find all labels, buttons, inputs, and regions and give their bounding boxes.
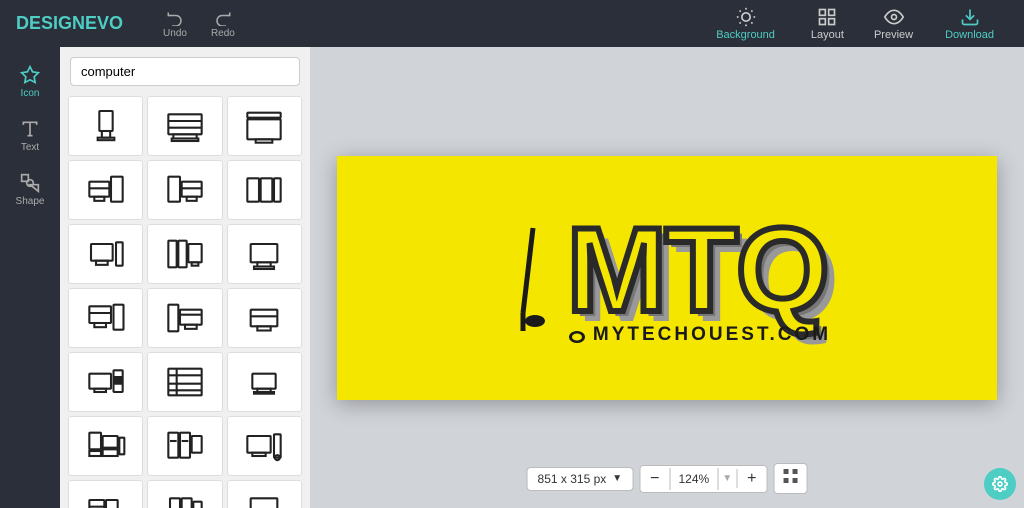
redo-label: Redo — [211, 28, 235, 39]
list-item[interactable] — [227, 416, 302, 476]
list-item[interactable] — [227, 224, 302, 284]
list-item[interactable] — [147, 96, 222, 156]
text-tool-label: Text — [21, 142, 39, 153]
shape-tool-icon — [20, 173, 40, 193]
list-item[interactable] — [227, 160, 302, 220]
monitor-svg-icon — [503, 223, 563, 333]
list-item[interactable] — [68, 352, 143, 412]
undo-label: Undo — [163, 28, 187, 39]
list-item[interactable] — [68, 160, 143, 220]
logo-big-letters: MTQ — [567, 210, 828, 330]
background-label: Background — [716, 29, 775, 41]
preview-button[interactable]: Preview — [860, 3, 927, 45]
settings-icon — [992, 476, 1008, 492]
sidebar-item-shape[interactable]: Shape — [5, 165, 55, 215]
grid-icon — [782, 468, 798, 484]
list-item[interactable] — [147, 480, 222, 508]
icon-tool-label: Icon — [21, 88, 40, 99]
layout-button[interactable]: Layout — [795, 3, 860, 45]
toolbar: DESIGNEVO Undo Redo — [0, 0, 1024, 47]
list-item[interactable] — [227, 288, 302, 348]
list-item[interactable] — [227, 352, 302, 412]
preview-label: Preview — [874, 29, 913, 41]
background-button[interactable]: Background — [700, 3, 791, 45]
main-area: Icon Text Shape — [0, 47, 1024, 508]
list-item[interactable] — [68, 288, 143, 348]
mouse-icon — [567, 327, 587, 343]
zoom-out-button[interactable]: − — [640, 466, 669, 492]
zoom-arrow-icon: ▼ — [718, 469, 737, 488]
background-icon — [736, 7, 756, 27]
list-item[interactable] — [68, 96, 143, 156]
undo-icon — [166, 8, 184, 26]
canvas-size: 851 x 315 px — [538, 472, 607, 486]
settings-button[interactable] — [984, 468, 1016, 500]
canvas-frame: MTQ MYTECHOUEST.COM — [337, 156, 997, 400]
list-item[interactable] — [147, 224, 222, 284]
sidebar-item-icon[interactable]: Icon — [5, 57, 55, 107]
logo-tagline: MYTECHOUEST.COM — [567, 324, 831, 346]
icon-tool-icon — [20, 65, 40, 85]
zoom-value: 124% — [670, 468, 719, 490]
layout-icon — [817, 7, 837, 27]
download-label: Download — [945, 29, 994, 41]
search-input[interactable] — [70, 57, 300, 86]
center-tools: Background Layout — [700, 3, 860, 45]
list-item[interactable] — [147, 416, 222, 476]
list-item[interactable] — [147, 160, 222, 220]
size-selector[interactable]: 851 x 315 px ▼ — [527, 467, 634, 491]
logo-evo: EVO — [85, 13, 123, 33]
zoom-controls: − 124% ▼ + — [639, 465, 767, 493]
grid-button[interactable] — [773, 463, 807, 494]
tagline-text: MYTECHOUEST.COM — [593, 324, 831, 346]
list-item[interactable] — [147, 352, 222, 412]
zoom-in-button[interactable]: + — [737, 466, 766, 492]
logo-design: DESIGN — [16, 13, 85, 33]
toolbar-right: Preview Download — [860, 3, 1008, 45]
list-item[interactable] — [227, 96, 302, 156]
status-bar: 851 x 315 px ▼ − 124% ▼ + — [527, 463, 808, 494]
canvas-area: MTQ MYTECHOUEST.COM 851 x 315 px ▼ — [310, 47, 1024, 508]
preview-icon — [884, 7, 904, 27]
list-item[interactable] — [68, 480, 143, 508]
undo-button[interactable]: Undo — [153, 4, 197, 43]
list-item[interactable] — [227, 480, 302, 508]
list-item[interactable] — [147, 288, 222, 348]
download-button[interactable]: Download — [931, 3, 1008, 45]
text-tool-icon — [20, 119, 40, 139]
list-item[interactable] — [68, 224, 143, 284]
redo-button[interactable]: Redo — [201, 4, 245, 43]
undo-redo-group: Undo Redo — [153, 4, 245, 43]
icon-panel — [60, 47, 310, 508]
chevron-down-icon: ▼ — [612, 473, 622, 484]
icon-grid — [60, 96, 310, 508]
search-bar — [60, 47, 310, 96]
redo-icon — [214, 8, 232, 26]
layout-label: Layout — [811, 29, 844, 41]
sidebar-item-text[interactable]: Text — [5, 111, 55, 161]
shape-tool-label: Shape — [16, 196, 45, 207]
app-logo: DESIGNEVO — [16, 13, 123, 34]
left-sidebar: Icon Text Shape — [0, 47, 60, 508]
logo-canvas[interactable]: MTQ MYTECHOUEST.COM — [337, 156, 997, 400]
list-item[interactable] — [68, 416, 143, 476]
download-icon — [960, 7, 980, 27]
